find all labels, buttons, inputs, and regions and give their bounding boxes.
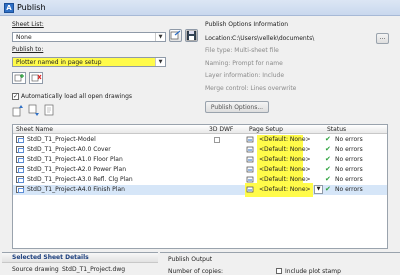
sheet-name: StdD_T1_Project-A4.0 Finish Plan xyxy=(27,186,125,193)
save-sheet-list-button[interactable] xyxy=(185,29,198,42)
sheet-name: StdD_T1_Project-Model xyxy=(27,136,96,143)
merge-control-line: Merge control: Lines overwrite xyxy=(205,85,297,92)
page-setup-value[interactable]: <Default: None> xyxy=(259,156,311,163)
naming-line: Naming: Prompt for name xyxy=(205,60,283,67)
status-value: No errors xyxy=(335,146,363,153)
col-sheet-name[interactable]: Sheet Name xyxy=(16,126,53,133)
details-heading: Selected Sheet Details xyxy=(12,254,89,261)
page-setup-icon xyxy=(246,146,254,153)
chevron-down-icon[interactable]: ▼ xyxy=(155,33,165,41)
table-row[interactable]: StdD_T1_Project-A3.0 Refl. Clg Plan <Def… xyxy=(13,175,387,185)
publish-output-heading: Publish Output xyxy=(168,256,213,263)
auto-load-label: Automatically load all open drawings xyxy=(21,93,133,100)
table-row[interactable]: StdD_T1_Project-A2.0 Power Plan <Default… xyxy=(13,165,387,175)
page-setup-value[interactable]: <Default: None> xyxy=(259,166,311,173)
sheet-icon xyxy=(16,166,24,173)
move-down-button[interactable] xyxy=(28,104,40,117)
sheet-list-label: Sheet List: xyxy=(12,21,44,28)
publish-output-panel: Publish Output Number of copies: Include… xyxy=(160,252,400,275)
page-setup-icon xyxy=(246,156,254,163)
auto-load-checkbox[interactable]: ✓ xyxy=(12,93,19,100)
3d-dwf-checkbox[interactable] xyxy=(214,137,220,143)
add-sheets-icon xyxy=(14,74,24,82)
remove-sheets-icon xyxy=(31,74,42,82)
page-setup-value[interactable]: <Default: None> xyxy=(259,186,311,193)
sheet-icon xyxy=(16,146,24,153)
plot-stamp-icon xyxy=(44,104,54,116)
col-page-setup[interactable]: Page Setup xyxy=(249,126,283,133)
load-sheet-list-button[interactable] xyxy=(169,29,182,42)
file-type-line: File type: Multi-sheet file xyxy=(205,47,279,54)
page-setup-icon xyxy=(246,186,254,193)
publish-options-button[interactable]: Publish Options... xyxy=(205,101,269,113)
sheet-name: StdD_T1_Project-A3.0 Refl. Clg Plan xyxy=(27,176,133,183)
publish-to-combo[interactable]: Plotter named in page setup ▼ xyxy=(12,57,166,67)
status-value: No errors xyxy=(335,186,363,193)
load-sheet-list-icon xyxy=(170,30,181,40)
browse-location-button[interactable]: ... xyxy=(376,33,389,44)
status-value: No errors xyxy=(335,136,363,143)
add-sheets-button[interactable] xyxy=(12,72,26,84)
page-setup-icon xyxy=(246,166,254,173)
table-header: Sheet Name 3D DWF Page Setup Status xyxy=(13,125,387,134)
status-value: No errors xyxy=(335,176,363,183)
page-setup-value[interactable]: <Default: None> xyxy=(259,136,311,143)
sheet-list-combo[interactable]: None ▼ xyxy=(12,32,166,42)
sheet-table: Sheet Name 3D DWF Page Setup Status StdD… xyxy=(12,124,388,249)
check-icon: ✔ xyxy=(325,135,331,143)
sheet-icon xyxy=(16,186,24,193)
location-value: C:\Users\vellek\documents\ xyxy=(232,35,315,42)
status-value: No errors xyxy=(335,156,363,163)
check-icon: ✔ xyxy=(325,175,331,183)
remove-sheets-button[interactable] xyxy=(29,72,43,84)
location-label: Location: xyxy=(205,35,233,42)
sheet-icon xyxy=(16,156,24,163)
publish-to-value: Plotter named in page setup xyxy=(16,59,102,66)
sheet-icon xyxy=(16,136,24,143)
col-status[interactable]: Status xyxy=(327,126,346,133)
status-value: No errors xyxy=(335,166,363,173)
window-title: Publish xyxy=(17,3,46,12)
move-up-icon xyxy=(12,105,23,117)
title-bar: A Publish xyxy=(0,0,400,16)
move-down-icon xyxy=(28,104,39,116)
check-icon: ✔ xyxy=(325,185,331,193)
sheet-icon xyxy=(16,176,24,183)
table-row[interactable]: StdD_T1_Project-Model <Default: None> ✔ … xyxy=(13,135,387,145)
page-setup-icon xyxy=(246,136,254,143)
sheet-name: StdD_T1_Project-A1.0 Floor Plan xyxy=(27,156,123,163)
move-up-button[interactable] xyxy=(12,104,24,117)
details-header: Selected Sheet Details xyxy=(2,253,158,263)
publish-options-heading: Publish Options Information xyxy=(205,21,289,28)
sheet-name: StdD_T1_Project-A2.0 Power Plan xyxy=(27,166,126,173)
page-setup-value[interactable]: <Default: None> xyxy=(259,176,311,183)
table-row[interactable]: StdD_T1_Project-A1.0 Floor Plan <Default… xyxy=(13,155,387,165)
col-3d-dwf[interactable]: 3D DWF xyxy=(209,126,233,133)
check-icon: ✔ xyxy=(325,155,331,163)
plot-stamp-checkbox[interactable] xyxy=(276,268,282,274)
selected-sheet-details-panel: Selected Sheet Details Source drawing St… xyxy=(2,252,158,274)
layer-info-line: Layer information: Include xyxy=(205,72,285,79)
save-disk-icon xyxy=(186,30,197,41)
check-icon: ✔ xyxy=(325,145,331,153)
sheet-name: StdD_T1_Project-A0.0 Cover xyxy=(27,146,111,153)
chevron-down-icon[interactable]: ▼ xyxy=(155,58,165,66)
app-icon: A xyxy=(4,3,14,13)
page-setup-dropdown-arrow[interactable]: ▼ xyxy=(314,185,323,194)
publish-to-label: Publish to: xyxy=(12,46,44,53)
plot-stamp-settings-button[interactable] xyxy=(44,104,56,117)
sheet-list-value: None xyxy=(16,34,32,41)
check-icon: ✔ xyxy=(325,165,331,173)
source-drawing-value: StdD_T1_Project.dwg xyxy=(62,266,126,273)
page-setup-value[interactable]: <Default: None> xyxy=(259,146,311,153)
source-drawing-label: Source drawing xyxy=(12,266,59,273)
table-row[interactable]: StdD_T1_Project-A0.0 Cover <Default: Non… xyxy=(13,145,387,155)
table-row-selected[interactable]: StdD_T1_Project-A4.0 Finish Plan <Defaul… xyxy=(13,183,387,197)
